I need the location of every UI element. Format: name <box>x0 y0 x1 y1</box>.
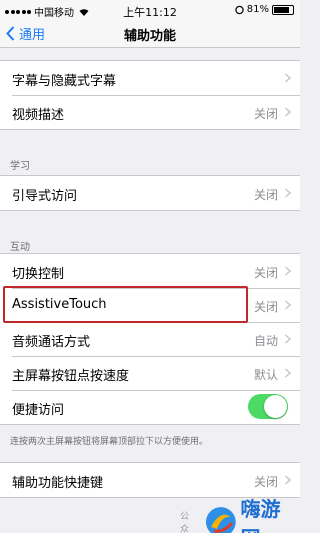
row-label: 便捷访问 <box>12 403 65 418</box>
row-accessibility-shortcut[interactable]: 辅助功能快捷键 关闭 <box>0 463 300 497</box>
row-value: 关闭 <box>253 107 278 121</box>
row-subtitles[interactable]: 字幕与隐藏式字幕 <box>0 61 300 95</box>
row-value: 关闭 <box>253 266 278 280</box>
chevron-right-icon <box>285 334 292 344</box>
brand-logo-icon <box>205 507 236 533</box>
row-home-click-speed[interactable]: 主屏幕按钮点按速度 默认 <box>0 356 300 390</box>
row-label: 切换控制 <box>12 267 65 282</box>
row-guided-access[interactable]: 引导式访问 关闭 <box>0 176 300 210</box>
row-label: 主屏幕按钮点按速度 <box>12 369 130 384</box>
chevron-right-icon <box>285 107 292 117</box>
chevron-right-icon <box>285 475 292 485</box>
row-label: 视频描述 <box>12 108 65 123</box>
toggle-knob <box>264 395 287 418</box>
section-header-learning: 学习 <box>10 161 30 172</box>
watermark: 公众 嗨游网 <box>180 493 300 533</box>
status-right: 81% <box>235 4 294 15</box>
row-label: 字幕与隐藏式字幕 <box>12 74 117 89</box>
group-interaction: 切换控制 关闭 AssistiveTouch 关闭 音频通话方式 自动 主屏幕按… <box>0 253 300 425</box>
chevron-right-icon <box>285 300 292 310</box>
group-learning: 引导式访问 关闭 <box>0 175 300 211</box>
row-value: 自动 <box>253 334 278 348</box>
section-footer-interaction: 连按两次主屏幕按钮将屏幕顶部拉下以方便使用。 <box>10 437 209 447</box>
row-label: 引导式访问 <box>12 189 78 204</box>
battery-icon <box>272 4 294 15</box>
row-switch-control[interactable]: 切换控制 关闭 <box>0 254 300 288</box>
row-value: 关闭 <box>253 300 278 314</box>
lock-rotation-icon <box>235 5 244 14</box>
page-title: 辅助功能 <box>123 29 176 44</box>
battery-fill <box>274 6 289 13</box>
row-video-descriptions[interactable]: 视频描述 关闭 <box>0 95 300 129</box>
row-label: 辅助功能快捷键 <box>12 476 104 491</box>
row-value: 默认 <box>253 368 278 382</box>
row-reachability: 便捷访问 <box>0 390 300 424</box>
chevron-right-icon <box>285 368 292 378</box>
chevron-right-icon <box>285 73 292 83</box>
section-header-interaction: 互动 <box>10 242 30 253</box>
highlight-box <box>3 286 248 323</box>
chevron-right-icon <box>285 266 292 276</box>
status-bar: 中国移动 上午11:12 81% <box>0 0 300 20</box>
group-media: 字幕与隐藏式字幕 视频描述 关闭 <box>0 60 300 130</box>
chevron-right-icon <box>285 188 292 198</box>
reachability-toggle[interactable] <box>248 394 288 419</box>
row-call-audio-routing[interactable]: 音频通话方式 自动 <box>0 322 300 356</box>
row-value: 关闭 <box>253 188 278 202</box>
watermark-brand: 嗨游网 <box>240 497 281 533</box>
navigation-bar: 通用 辅助功能 <box>0 20 300 48</box>
watermark-prefix: 公众 <box>180 512 190 533</box>
row-label: 音频通话方式 <box>12 335 91 350</box>
battery-percent: 81% <box>246 4 269 15</box>
row-value: 关闭 <box>253 475 278 489</box>
